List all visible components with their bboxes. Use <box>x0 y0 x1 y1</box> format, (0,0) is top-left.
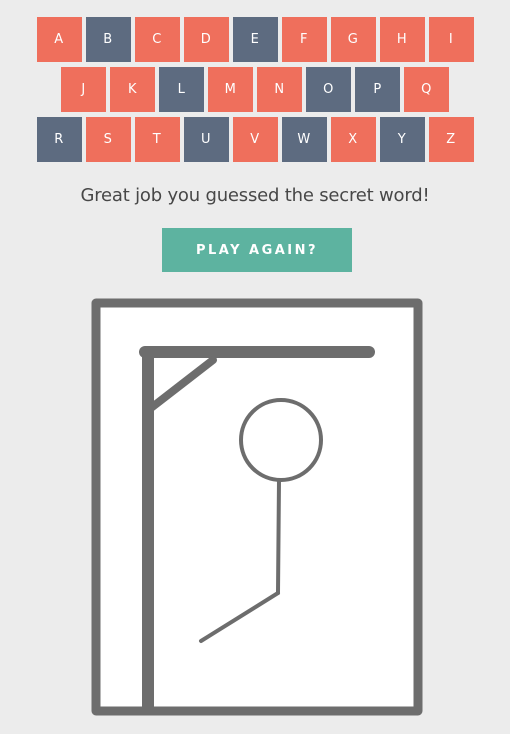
letter-key-p[interactable]: P <box>355 67 400 112</box>
hangman-game: ABCDEFGHI JKLMNOPQ RSTUVWXYZ Great job you… <box>0 0 510 734</box>
play-again-button[interactable]: PLAY AGAIN? <box>162 228 352 272</box>
result-message: Great job you guessed the secret word! <box>80 185 430 206</box>
letter-key-v[interactable]: V <box>232 117 278 162</box>
letter-key-j[interactable]: J <box>61 67 106 112</box>
letter-key-x[interactable]: X <box>330 117 376 162</box>
letter-key-d[interactable]: D <box>183 17 229 62</box>
letter-key-q[interactable]: Q <box>404 67 449 112</box>
letter-key-r[interactable]: R <box>36 117 82 162</box>
letter-key-o[interactable]: O <box>306 67 351 112</box>
letter-key-c[interactable]: C <box>134 17 180 62</box>
keyboard-row: JKLMNOPQ <box>0 67 510 112</box>
letter-key-l[interactable]: L <box>159 67 204 112</box>
letter-key-k[interactable]: K <box>110 67 155 112</box>
letter-key-u[interactable]: U <box>183 117 229 162</box>
letter-key-e[interactable]: E <box>232 17 278 62</box>
letter-key-g[interactable]: G <box>330 17 376 62</box>
hangman-body <box>276 478 281 595</box>
letter-key-w[interactable]: W <box>281 117 327 162</box>
letter-key-y[interactable]: Y <box>379 117 425 162</box>
letter-key-n[interactable]: N <box>257 67 302 112</box>
letter-key-t[interactable]: T <box>134 117 180 162</box>
hangman-head <box>239 398 323 482</box>
letter-key-z[interactable]: Z <box>428 117 474 162</box>
letter-key-s[interactable]: S <box>85 117 131 162</box>
letter-key-a[interactable]: A <box>36 17 82 62</box>
keyboard-row: RSTUVWXYZ <box>0 117 510 162</box>
keyboard-row: ABCDEFGHI <box>0 17 510 62</box>
letter-key-m[interactable]: M <box>208 67 253 112</box>
letter-key-h[interactable]: H <box>379 17 425 62</box>
letter-key-f[interactable]: F <box>281 17 327 62</box>
letter-keyboard: ABCDEFGHI JKLMNOPQ RSTUVWXYZ <box>0 17 510 167</box>
hangman-drawing <box>91 298 423 716</box>
letter-key-i[interactable]: I <box>428 17 474 62</box>
letter-key-b[interactable]: B <box>85 17 131 62</box>
